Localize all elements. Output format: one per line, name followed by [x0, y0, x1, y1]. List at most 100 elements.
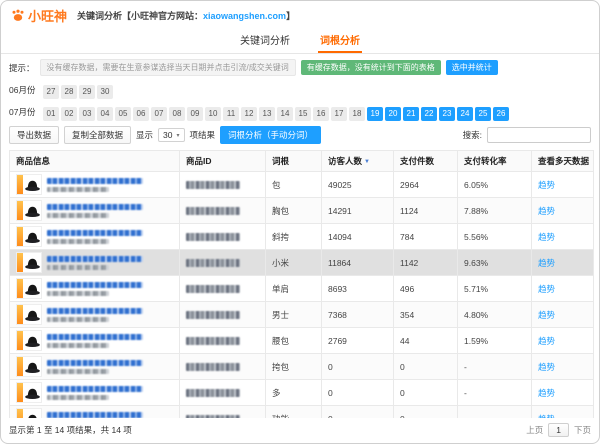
- product-image: [16, 278, 42, 299]
- select-and-count-button[interactable]: 选中并统计: [446, 60, 498, 75]
- date-jul-03[interactable]: 03: [79, 107, 95, 121]
- trend-link[interactable]: 趋势: [538, 258, 555, 268]
- trend-link[interactable]: 趋势: [538, 362, 555, 372]
- has-cache-button[interactable]: 有缓存数据，没有统计到下面的表格: [301, 60, 441, 75]
- header-root[interactable]: 词根: [266, 151, 322, 172]
- conversion-rate-cell: 7.88%: [458, 198, 532, 224]
- product-info[interactable]: [16, 304, 173, 325]
- manual-segment-button[interactable]: 词根分析（手动分词）: [220, 126, 321, 144]
- date-jul-11[interactable]: 11: [223, 107, 239, 121]
- date-jul-10[interactable]: 10: [205, 107, 221, 121]
- date-jul-16[interactable]: 16: [313, 107, 329, 121]
- date-jul-24[interactable]: 24: [457, 107, 473, 121]
- trend-link[interactable]: 趋势: [538, 284, 555, 294]
- product-info[interactable]: [16, 200, 173, 221]
- tab-root-analysis[interactable]: 词根分析: [318, 29, 362, 53]
- page-length-select[interactable]: 30 ▾: [158, 128, 184, 142]
- product-info[interactable]: [16, 278, 173, 299]
- root-cell: 男士: [266, 302, 322, 328]
- title-prefix: 关键词分析【小旺神官方网站：: [77, 11, 203, 21]
- date-jul-17[interactable]: 17: [331, 107, 347, 121]
- date-jul-23[interactable]: 23: [439, 107, 455, 121]
- date-jul-04[interactable]: 04: [97, 107, 113, 121]
- trend-link[interactable]: 趋势: [538, 336, 555, 346]
- product-text: [47, 256, 143, 270]
- paid-items-cell: 784: [394, 224, 458, 250]
- product-info[interactable]: [16, 356, 173, 377]
- export-data-button[interactable]: 导出数据: [9, 126, 59, 144]
- product-image: [16, 174, 42, 195]
- header-conversion-rate[interactable]: 支付转化率: [458, 151, 532, 172]
- product-info-cell: [10, 250, 180, 276]
- product-info[interactable]: [16, 226, 173, 247]
- date-jul-12[interactable]: 12: [241, 107, 257, 121]
- table-body: 包 49025 2964 6.05% 趋势: [10, 172, 594, 419]
- date-jun-30[interactable]: 30: [97, 85, 113, 99]
- conversion-rate-cell: 4.80%: [458, 302, 532, 328]
- date-jul-26[interactable]: 26: [493, 107, 509, 121]
- date-jun-27[interactable]: 27: [43, 85, 59, 99]
- multiday-cell: 趋势: [532, 354, 594, 380]
- product-id-cell: [180, 250, 266, 276]
- header-paid-items[interactable]: 支付件数: [394, 151, 458, 172]
- product-id-cell: [180, 302, 266, 328]
- date-jun-29[interactable]: 29: [79, 85, 95, 99]
- hint-label: 提示：: [9, 62, 35, 74]
- date-jul-07[interactable]: 07: [151, 107, 167, 121]
- date-jul-06[interactable]: 06: [133, 107, 149, 121]
- next-page-button[interactable]: 下页: [574, 424, 591, 436]
- header-visitors[interactable]: 访客人数▼: [322, 151, 394, 172]
- trend-link[interactable]: 趋势: [538, 388, 555, 398]
- product-info[interactable]: [16, 382, 173, 403]
- paid-items-cell: 44: [394, 328, 458, 354]
- date-jul-15[interactable]: 15: [295, 107, 311, 121]
- table-row: 斜挎 14094 784 5.56% 趋势: [10, 224, 594, 250]
- header-multiday-data[interactable]: 查看多天数据: [532, 151, 594, 172]
- date-jul-21[interactable]: 21: [403, 107, 419, 121]
- product-text: [47, 178, 143, 192]
- date-jul-19[interactable]: 19: [367, 107, 383, 121]
- date-jul-25[interactable]: 25: [475, 107, 491, 121]
- trend-link[interactable]: 趋势: [538, 232, 555, 242]
- date-jul-20[interactable]: 20: [385, 107, 401, 121]
- page-number-1[interactable]: 1: [548, 423, 569, 437]
- hat-product-icon: [24, 307, 41, 323]
- trend-link[interactable]: 趋势: [538, 310, 555, 320]
- header-product-id[interactable]: 商品ID: [180, 151, 266, 172]
- date-jul-05[interactable]: 05: [115, 107, 131, 121]
- visitors-cell: 7368: [322, 302, 394, 328]
- table-row: 多 0 0 - 趋势: [10, 380, 594, 406]
- product-text: [47, 386, 143, 400]
- product-info[interactable]: [16, 408, 173, 418]
- site-link[interactable]: xiaowangshen.com: [203, 11, 286, 21]
- date-jul-01[interactable]: 01: [43, 107, 59, 121]
- product-title-blurred: [47, 386, 143, 392]
- product-info[interactable]: [16, 174, 173, 195]
- date-jul-09[interactable]: 09: [187, 107, 203, 121]
- prev-page-button[interactable]: 上页: [526, 424, 543, 436]
- product-id-blurred: [186, 285, 240, 293]
- trend-link[interactable]: 趋势: [538, 206, 555, 216]
- date-jul-02[interactable]: 02: [61, 107, 77, 121]
- date-jul-13[interactable]: 13: [259, 107, 275, 121]
- copy-all-button[interactable]: 复制全部数据: [64, 126, 131, 144]
- footer: 显示第 1 至 14 项结果，共 14 项 上页 1 下页: [1, 418, 599, 443]
- trend-link[interactable]: 趋势: [538, 180, 555, 190]
- date-jul-08[interactable]: 08: [169, 107, 185, 121]
- date-jul-14[interactable]: 14: [277, 107, 293, 121]
- product-info[interactable]: [16, 330, 173, 351]
- product-info-cell: [10, 198, 180, 224]
- product-id-blurred: [186, 337, 240, 345]
- product-info[interactable]: [16, 252, 173, 273]
- date-jul-22[interactable]: 22: [421, 107, 437, 121]
- date-jun-28[interactable]: 28: [61, 85, 77, 99]
- search-input[interactable]: [487, 127, 591, 143]
- tab-keyword-analysis[interactable]: 关键词分析: [238, 29, 292, 53]
- date-jul-18[interactable]: 18: [349, 107, 365, 121]
- tab-bar: 关键词分析 词根分析: [1, 29, 599, 54]
- conversion-rate-cell: 9.63%: [458, 250, 532, 276]
- header-product-info[interactable]: 商品信息: [10, 151, 180, 172]
- sort-desc-icon[interactable]: ▼: [364, 159, 370, 165]
- product-subtitle-blurred: [47, 291, 109, 296]
- visitors-cell: 8693: [322, 276, 394, 302]
